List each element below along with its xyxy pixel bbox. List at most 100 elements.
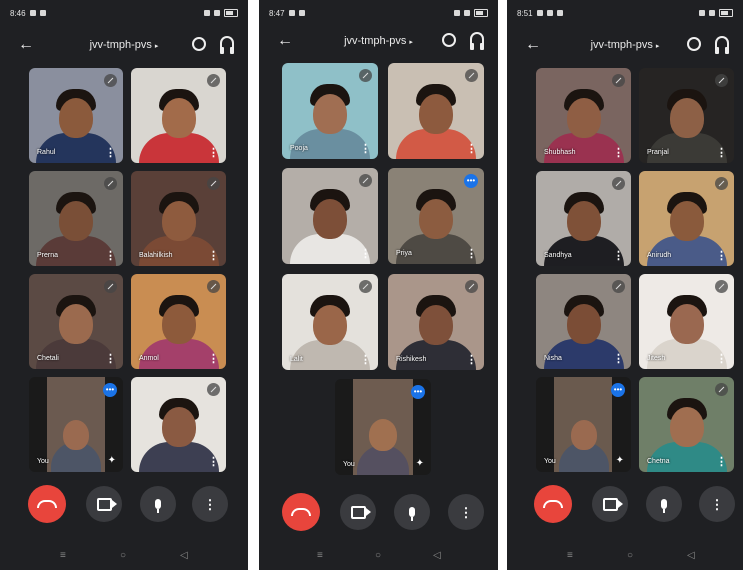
participant-tile[interactable]: Anirudh ⋮ xyxy=(639,171,734,266)
meeting-code-button[interactable]: jvv-tmph-pvs ▸ xyxy=(0,39,248,51)
more-vert-icon[interactable]: ⋮ xyxy=(613,354,624,365)
more-vert-icon[interactable]: ⋮ xyxy=(360,249,371,260)
recents-icon[interactable]: ≡ xyxy=(567,550,573,561)
participant-tile[interactable]: ⋮ xyxy=(388,63,484,159)
participant-name: Priya xyxy=(396,250,412,257)
camera-toggle-button[interactable] xyxy=(86,486,122,522)
more-vert-icon[interactable]: ⋮ xyxy=(466,249,477,260)
end-call-button[interactable] xyxy=(534,485,572,523)
more-vert-icon[interactable]: ⋮ xyxy=(716,148,727,159)
participant-tile[interactable]: Prerna ⋮ xyxy=(29,171,123,266)
more-vert-icon[interactable]: ⋮ xyxy=(613,251,624,262)
participant-tile[interactable]: ••• Priya ⋮ xyxy=(388,168,484,264)
participant-name: You xyxy=(343,461,355,468)
recents-icon[interactable]: ≡ xyxy=(60,550,66,561)
participant-video xyxy=(566,304,601,345)
more-vert-icon[interactable]: ⋮ xyxy=(105,354,116,365)
more-vert-icon[interactable]: ⋮ xyxy=(716,251,727,262)
participant-tile[interactable]: Rahul ⋮ xyxy=(29,68,123,163)
more-vert-icon: ⋮ xyxy=(203,496,217,512)
system-nav-bar: ≡ ○ ◁ xyxy=(259,550,498,562)
participant-name: Lalit xyxy=(290,356,303,363)
back-nav-icon[interactable]: ◁ xyxy=(433,550,441,561)
microphone-icon xyxy=(155,499,161,513)
participant-tile[interactable]: Nisha ⋮ xyxy=(536,274,631,369)
participant-video xyxy=(570,419,597,450)
meeting-code-button[interactable]: jvv-tmph-pvs ▸ xyxy=(259,35,498,47)
participant-tile[interactable]: Chetna ⋮ xyxy=(639,377,734,472)
mic-toggle-button[interactable] xyxy=(646,486,682,522)
participant-tile[interactable]: ⋮ xyxy=(131,377,226,472)
home-icon[interactable]: ○ xyxy=(120,550,126,561)
switch-camera-icon[interactable] xyxy=(442,33,456,47)
participant-tile[interactable]: Shubhash ⋮ xyxy=(536,68,631,163)
participant-name: Prerna xyxy=(37,252,59,259)
status-time: 8:51 xyxy=(517,8,533,18)
participant-video xyxy=(313,198,347,239)
effects-icon[interactable]: ✦ xyxy=(416,458,424,469)
more-vert-icon[interactable]: ⋮ xyxy=(613,148,624,159)
recents-icon[interactable]: ≡ xyxy=(317,550,323,561)
participant-video xyxy=(419,198,453,239)
end-call-button[interactable] xyxy=(28,485,66,523)
more-vert-icon[interactable]: ⋮ xyxy=(716,354,727,365)
more-options-button[interactable]: ⋮ xyxy=(699,486,735,522)
more-vert-icon[interactable]: ⋮ xyxy=(360,355,371,366)
more-vert-icon[interactable]: ⋮ xyxy=(208,457,219,468)
switch-camera-icon[interactable] xyxy=(687,37,701,51)
headphones-icon[interactable] xyxy=(715,36,729,54)
home-icon[interactable]: ○ xyxy=(375,550,381,561)
more-vert-icon[interactable]: ⋮ xyxy=(208,251,219,262)
participant-video xyxy=(419,93,453,134)
more-vert-icon[interactable]: ⋮ xyxy=(105,148,116,159)
participant-tile[interactable]: Pranjal ⋮ xyxy=(639,68,734,163)
participant-tile[interactable]: Sandhya ⋮ xyxy=(536,171,631,266)
mic-off-icon xyxy=(104,74,117,87)
headphones-icon[interactable] xyxy=(220,36,234,54)
effects-icon[interactable]: ✦ xyxy=(616,455,624,466)
more-vert-icon[interactable]: ⋮ xyxy=(716,457,727,468)
end-call-button[interactable] xyxy=(282,493,320,531)
meeting-code-button[interactable]: jvv-tmph-pvs ▸ xyxy=(507,39,743,51)
camera-toggle-button[interactable] xyxy=(592,486,628,522)
microphone-icon xyxy=(661,499,667,513)
mic-toggle-button[interactable] xyxy=(394,494,430,530)
notification-icon xyxy=(298,10,305,16)
self-view-tile[interactable]: ••• You ✦ xyxy=(335,379,431,475)
home-icon[interactable]: ○ xyxy=(627,550,633,561)
camera-toggle-button[interactable] xyxy=(340,494,376,530)
more-vert-icon[interactable]: ⋮ xyxy=(105,251,116,262)
more-vert-icon[interactable]: ⋮ xyxy=(466,355,477,366)
notification-icon xyxy=(556,10,563,16)
more-options-button[interactable]: ⋮ xyxy=(192,486,228,522)
more-vert-icon[interactable]: ⋮ xyxy=(208,354,219,365)
mic-toggle-button[interactable] xyxy=(140,486,176,522)
mic-off-icon xyxy=(612,74,625,87)
speaking-indicator-icon: ••• xyxy=(611,383,625,397)
back-nav-icon[interactable]: ◁ xyxy=(180,550,188,561)
more-options-button[interactable]: ⋮ xyxy=(448,494,484,530)
participant-tile[interactable]: Balahilkish ⋮ xyxy=(131,171,226,266)
participant-tile[interactable]: Chetali ⋮ xyxy=(29,274,123,369)
more-vert-icon[interactable]: ⋮ xyxy=(466,144,477,155)
participant-tile[interactable]: Pooja ⋮ xyxy=(282,63,378,159)
participant-tile[interactable]: Rishikesh ⋮ xyxy=(388,274,484,370)
self-view-tile[interactable]: ••• You ✦ xyxy=(29,377,123,472)
video-camera-icon xyxy=(96,497,117,511)
participant-tile[interactable]: ⋮ xyxy=(282,168,378,264)
participant-tile[interactable]: Anmol ⋮ xyxy=(131,274,226,369)
headphones-icon[interactable] xyxy=(470,32,484,50)
participant-tile[interactable]: ⋮ xyxy=(131,68,226,163)
more-vert-icon[interactable]: ⋮ xyxy=(208,148,219,159)
participant-tile[interactable]: Lalit ⋮ xyxy=(282,274,378,370)
video-camera-icon xyxy=(602,497,623,511)
self-view-tile[interactable]: ••• You ✦ xyxy=(536,377,631,472)
more-vert-icon[interactable]: ⋮ xyxy=(360,144,371,155)
switch-camera-icon[interactable] xyxy=(192,37,206,51)
participant-tile[interactable]: Jitesh ⋮ xyxy=(639,274,734,369)
meeting-code: jvv-tmph-pvs xyxy=(89,39,152,51)
back-nav-icon[interactable]: ◁ xyxy=(687,550,695,561)
mic-off-icon xyxy=(207,383,220,396)
phone-hangup-icon xyxy=(37,500,57,508)
effects-icon[interactable]: ✦ xyxy=(108,455,116,466)
